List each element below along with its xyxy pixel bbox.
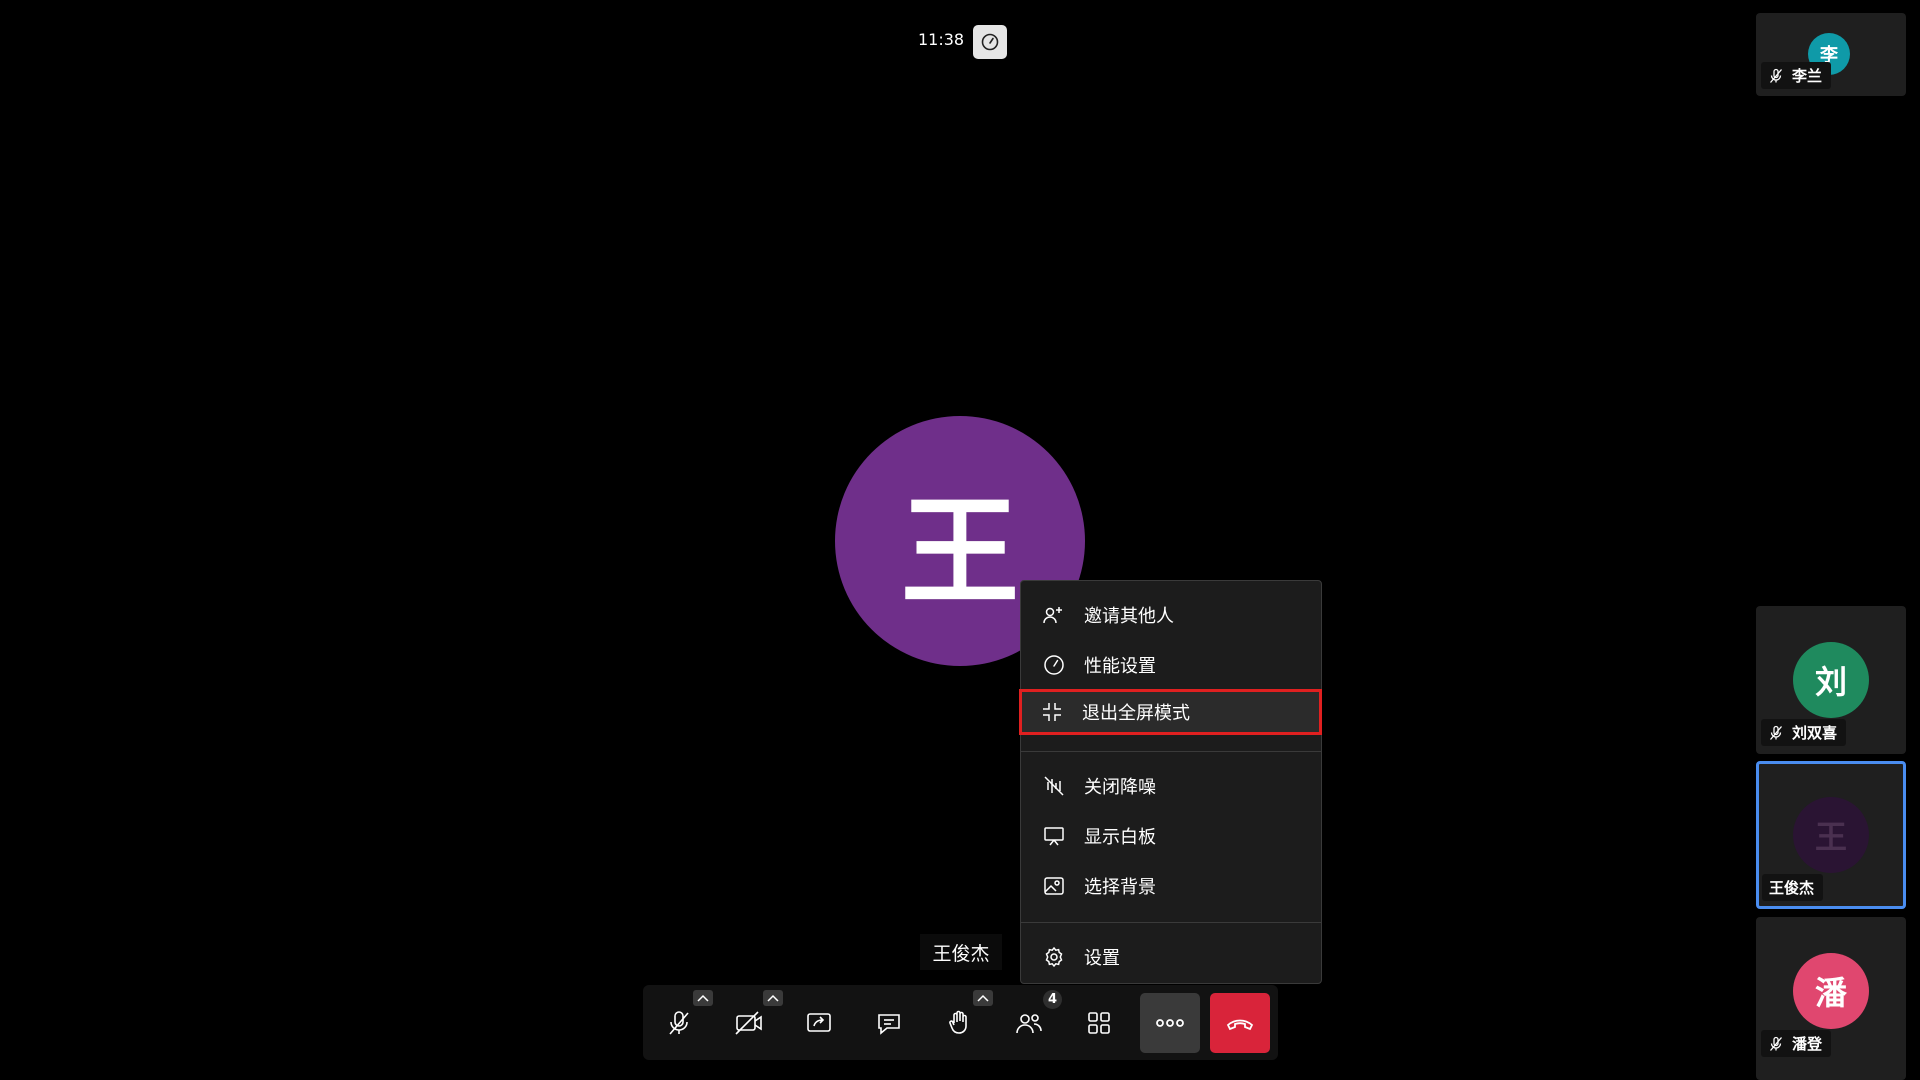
chevron-up-icon bbox=[767, 994, 779, 1002]
meeting-clock: 11:38 bbox=[918, 30, 965, 49]
menu-item-exit-fullscreen[interactable]: 退出全屏模式 bbox=[1019, 689, 1322, 735]
noise-cancel-off-icon bbox=[1041, 773, 1067, 799]
main-participant-name: 王俊杰 bbox=[920, 934, 1002, 970]
main-avatar-initial: 王 bbox=[900, 482, 1019, 621]
menu-separator bbox=[1021, 922, 1321, 923]
participants-icon bbox=[1016, 1014, 1042, 1034]
mic-muted-icon bbox=[1770, 725, 1782, 740]
more-icon bbox=[1156, 1019, 1184, 1027]
mic-muted-icon bbox=[1770, 1036, 1782, 1051]
mic-muted-icon bbox=[669, 1011, 689, 1035]
participant-avatar: 潘 bbox=[1793, 953, 1869, 1029]
layout-grid-icon bbox=[1088, 1012, 1110, 1034]
layout-button[interactable] bbox=[1069, 993, 1129, 1053]
share-screen-button[interactable] bbox=[789, 993, 849, 1053]
camera-options-caret[interactable] bbox=[763, 990, 783, 1006]
mic-muted-icon bbox=[1770, 68, 1782, 83]
chevron-up-icon bbox=[977, 994, 989, 1002]
menu-item-performance[interactable]: 性能设置 bbox=[1021, 642, 1321, 688]
participants-count-badge: 4 bbox=[1043, 990, 1062, 1009]
menu-item-noise-cancel[interactable]: 关闭降噪 bbox=[1021, 763, 1321, 809]
menu-item-background[interactable]: 选择背景 bbox=[1021, 863, 1321, 909]
participant-tile-li[interactable]: 李 李兰 bbox=[1756, 13, 1906, 96]
meeting-toolbar: 4 bbox=[643, 985, 1278, 1060]
menu-separator bbox=[1021, 751, 1321, 752]
participant-name-label: 刘双喜 bbox=[1761, 719, 1847, 746]
more-button[interactable] bbox=[1140, 993, 1200, 1053]
reactions-options-caret[interactable] bbox=[973, 990, 993, 1006]
mic-options-caret[interactable] bbox=[693, 990, 713, 1006]
exit-fullscreen-icon bbox=[1039, 699, 1065, 725]
raise-hand-icon bbox=[949, 1010, 967, 1034]
menu-item-settings[interactable]: 设置 bbox=[1021, 934, 1321, 980]
gauge-icon bbox=[1041, 652, 1067, 678]
hangup-icon bbox=[1226, 1019, 1254, 1031]
participant-tile-pan[interactable]: 潘 潘登 bbox=[1756, 917, 1906, 1080]
background-image-icon bbox=[1041, 873, 1067, 899]
menu-item-invite[interactable]: 邀请其他人 bbox=[1021, 592, 1321, 638]
camera-off-icon bbox=[735, 1011, 762, 1035]
performance-button[interactable] bbox=[973, 25, 1007, 59]
chevron-up-icon bbox=[697, 994, 709, 1002]
hangup-button[interactable] bbox=[1210, 993, 1270, 1053]
participant-avatar: 刘 bbox=[1793, 642, 1869, 718]
whiteboard-icon bbox=[1041, 823, 1067, 849]
participant-avatar: 王 bbox=[1793, 797, 1869, 873]
participant-name-label: 李兰 bbox=[1761, 62, 1832, 89]
chat-icon bbox=[878, 1014, 900, 1035]
add-person-icon bbox=[1041, 602, 1067, 628]
participant-name-label: 潘登 bbox=[1761, 1030, 1832, 1057]
participant-tile-wang-self[interactable]: 王 王俊杰 bbox=[1756, 761, 1906, 909]
menu-item-whiteboard[interactable]: 显示白板 bbox=[1021, 813, 1321, 859]
participant-name-label: 王俊杰 bbox=[1762, 874, 1824, 901]
gear-icon bbox=[1041, 944, 1067, 970]
more-options-menu: 邀请其他人 性能设置 退出全屏模式 关闭降噪 显示白板 选择背景 设置 bbox=[1019, 580, 1322, 984]
gauge-icon bbox=[981, 33, 999, 51]
chat-button[interactable] bbox=[859, 993, 919, 1053]
participant-tile-liu[interactable]: 刘 刘双喜 bbox=[1756, 606, 1906, 754]
share-screen-icon bbox=[807, 1013, 831, 1032]
